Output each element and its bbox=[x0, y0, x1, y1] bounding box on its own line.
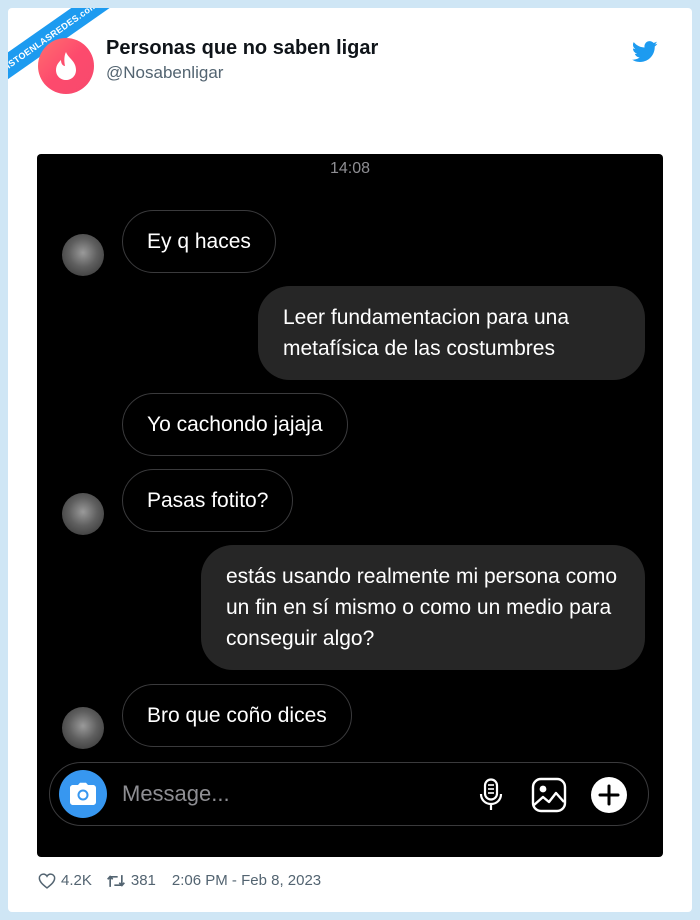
plus-icon bbox=[591, 777, 627, 813]
message-bubble-received[interactable]: Pasas fotito? bbox=[122, 469, 294, 532]
like-count: 4.2K bbox=[61, 872, 92, 889]
microphone-icon[interactable] bbox=[476, 777, 506, 813]
heart-icon bbox=[38, 872, 56, 889]
tweet-card: VISTOENLASREDES.com Personas que no sabe… bbox=[8, 8, 692, 912]
message-bubble-received[interactable]: Yo cachondo jajaja bbox=[122, 393, 348, 456]
gallery-icon[interactable] bbox=[530, 777, 568, 813]
message-input[interactable]: Message... bbox=[122, 781, 230, 807]
retweet-icon bbox=[106, 874, 125, 887]
camera-button[interactable] bbox=[59, 770, 107, 818]
contact-avatar[interactable] bbox=[62, 234, 104, 276]
add-button[interactable] bbox=[590, 776, 628, 814]
camera-icon bbox=[70, 782, 96, 805]
contact-avatar[interactable] bbox=[62, 707, 104, 749]
message-composer[interactable]: Message... bbox=[49, 762, 649, 826]
retweet-count: 381 bbox=[130, 872, 156, 889]
chat-screenshot: 14:08 Ey q haces Leer fundamentacion par… bbox=[37, 154, 663, 857]
flame-icon bbox=[56, 52, 76, 80]
message-bubble-sent[interactable]: estás usando realmente mi persona como u… bbox=[201, 545, 645, 670]
profile-avatar[interactable] bbox=[38, 38, 94, 94]
message-bubble-received[interactable]: Bro que coño dices bbox=[122, 684, 352, 747]
tweet-datetime[interactable]: 2:06 PM - Feb 8, 2023 bbox=[172, 872, 321, 889]
contact-avatar[interactable] bbox=[62, 493, 104, 535]
tweet-footer: 4.2K 381 2:06 PM - Feb 8, 2023 bbox=[38, 872, 321, 889]
display-name[interactable]: Personas que no saben ligar bbox=[106, 37, 378, 60]
twitter-bird-icon[interactable] bbox=[631, 41, 658, 68]
user-handle[interactable]: @Nosabenligar bbox=[106, 63, 223, 83]
like-button[interactable]: 4.2K bbox=[38, 872, 92, 889]
message-bubble-sent[interactable]: Leer fundamentacion para una metafísica … bbox=[258, 286, 645, 380]
retweet-button[interactable]: 381 bbox=[106, 872, 156, 889]
message-bubble-received[interactable]: Ey q haces bbox=[122, 210, 276, 273]
chat-timestamp: 14:08 bbox=[329, 160, 371, 177]
